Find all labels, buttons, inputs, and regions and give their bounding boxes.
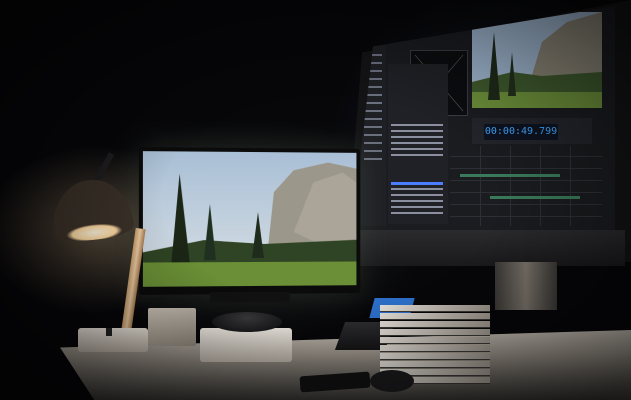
lamp-base [78,328,148,352]
concrete-container [148,308,196,346]
left-monitor-stand [210,292,290,302]
left-monitor [139,147,360,295]
right-monitor-stand [495,262,557,310]
timeline-panel [450,146,602,226]
mouse [370,370,414,392]
white-box [200,328,292,362]
timecode-display: 00:00:49.799 [484,124,558,140]
yosemite-landscape [143,151,357,287]
clip-list [388,64,448,224]
lamp-switch [106,328,112,336]
speaker-puck [212,312,282,332]
left-monitor-screen [143,151,357,287]
right-monitor-bezel [345,230,625,266]
